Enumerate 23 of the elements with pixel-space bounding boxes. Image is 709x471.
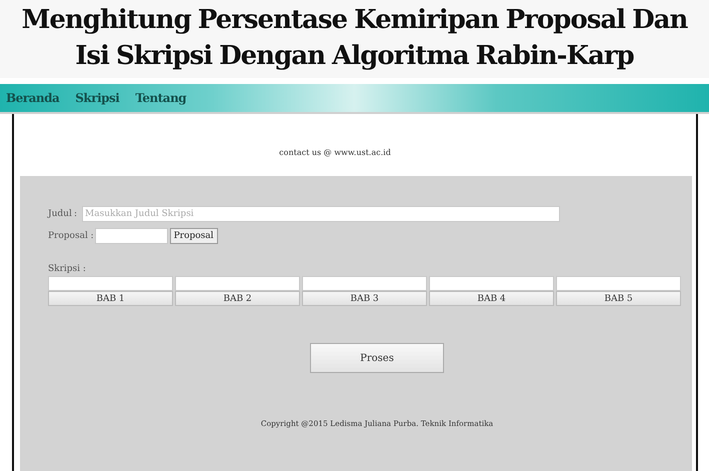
chapter-button[interactable]: BAB 4	[429, 291, 554, 306]
nav-link[interactable]: Beranda	[0, 91, 66, 105]
field-label: Judul	[48, 209, 70, 219]
field-label: Proposal :	[48, 231, 94, 241]
title-input[interactable]: Masukkan Judul Skripsi	[82, 206, 560, 222]
chapter-input[interactable]	[556, 276, 681, 291]
chapter-button[interactable]: BAB 5	[556, 291, 681, 306]
chapter-input[interactable]	[48, 276, 173, 291]
process-button[interactable]: Proses	[310, 343, 444, 373]
chapter-button[interactable]: BAB 2	[175, 291, 300, 306]
chapter-button[interactable]: BAB 3	[302, 291, 427, 306]
nav-link[interactable]: Tentang	[129, 91, 192, 105]
page-title: Menghitung Persentase Kemiripan Proposal Dan Isi Skripsi Dengan Algoritma Rabin-Karp	[20, 4, 689, 73]
file-input[interactable]	[94, 228, 168, 244]
chapter-button[interactable]: BAB 1	[48, 291, 173, 306]
chapter-input[interactable]	[175, 276, 300, 291]
chapter-input[interactable]	[302, 276, 427, 291]
nav-link[interactable]: Skripsi	[69, 91, 126, 105]
colon-text: :	[74, 209, 78, 219]
contact-text: contact us @ www.ust.ac.id	[279, 148, 391, 157]
chapter-input[interactable]	[429, 276, 554, 291]
field-label: Skripsi :	[48, 264, 86, 274]
proposal-button[interactable]: Proposal	[170, 228, 218, 244]
